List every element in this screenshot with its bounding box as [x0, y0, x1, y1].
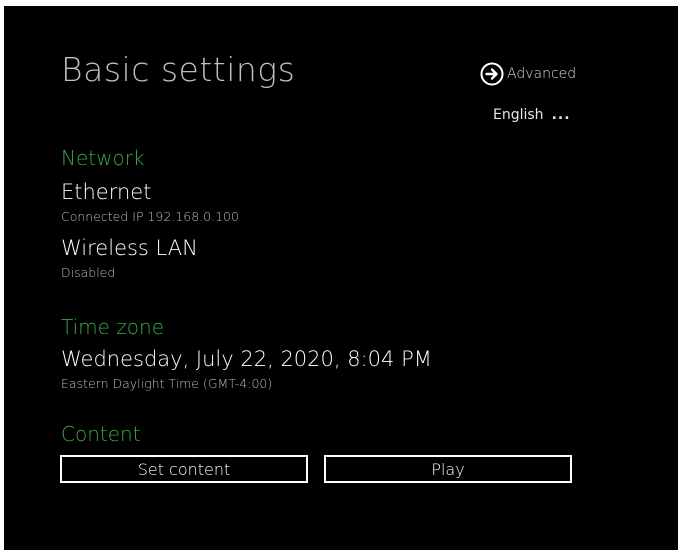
ethernet-item[interactable]: Ethernet — [61, 180, 151, 204]
content-section-header: Content — [61, 422, 141, 446]
page-title: Basic settings — [61, 50, 296, 89]
language-label: English — [493, 107, 544, 123]
set-content-button[interactable]: Set content — [60, 455, 308, 483]
network-section-header: Network — [61, 146, 145, 170]
ethernet-status: Connected IP 192.168.0.100 — [61, 209, 239, 224]
basic-settings-screen: Basic settings Advanced English... Netwo… — [4, 6, 678, 550]
wireless-lan-item[interactable]: Wireless LAN — [61, 236, 198, 260]
arrow-right-circle-icon — [480, 62, 504, 86]
language-selector[interactable]: English... — [493, 107, 571, 123]
wireless-lan-status: Disabled — [61, 265, 116, 280]
time-zone-label: Eastern Daylight Time (GMT-4:00) — [61, 376, 273, 391]
language-more-icon: ... — [551, 107, 571, 123]
play-button[interactable]: Play — [324, 455, 572, 483]
time-zone-section-header: Time zone — [61, 315, 165, 339]
advanced-button[interactable]: Advanced — [480, 62, 576, 86]
date-time-item[interactable]: Wednesday, July 22, 2020, 8:04 PM — [61, 347, 432, 371]
advanced-label: Advanced — [507, 66, 577, 82]
